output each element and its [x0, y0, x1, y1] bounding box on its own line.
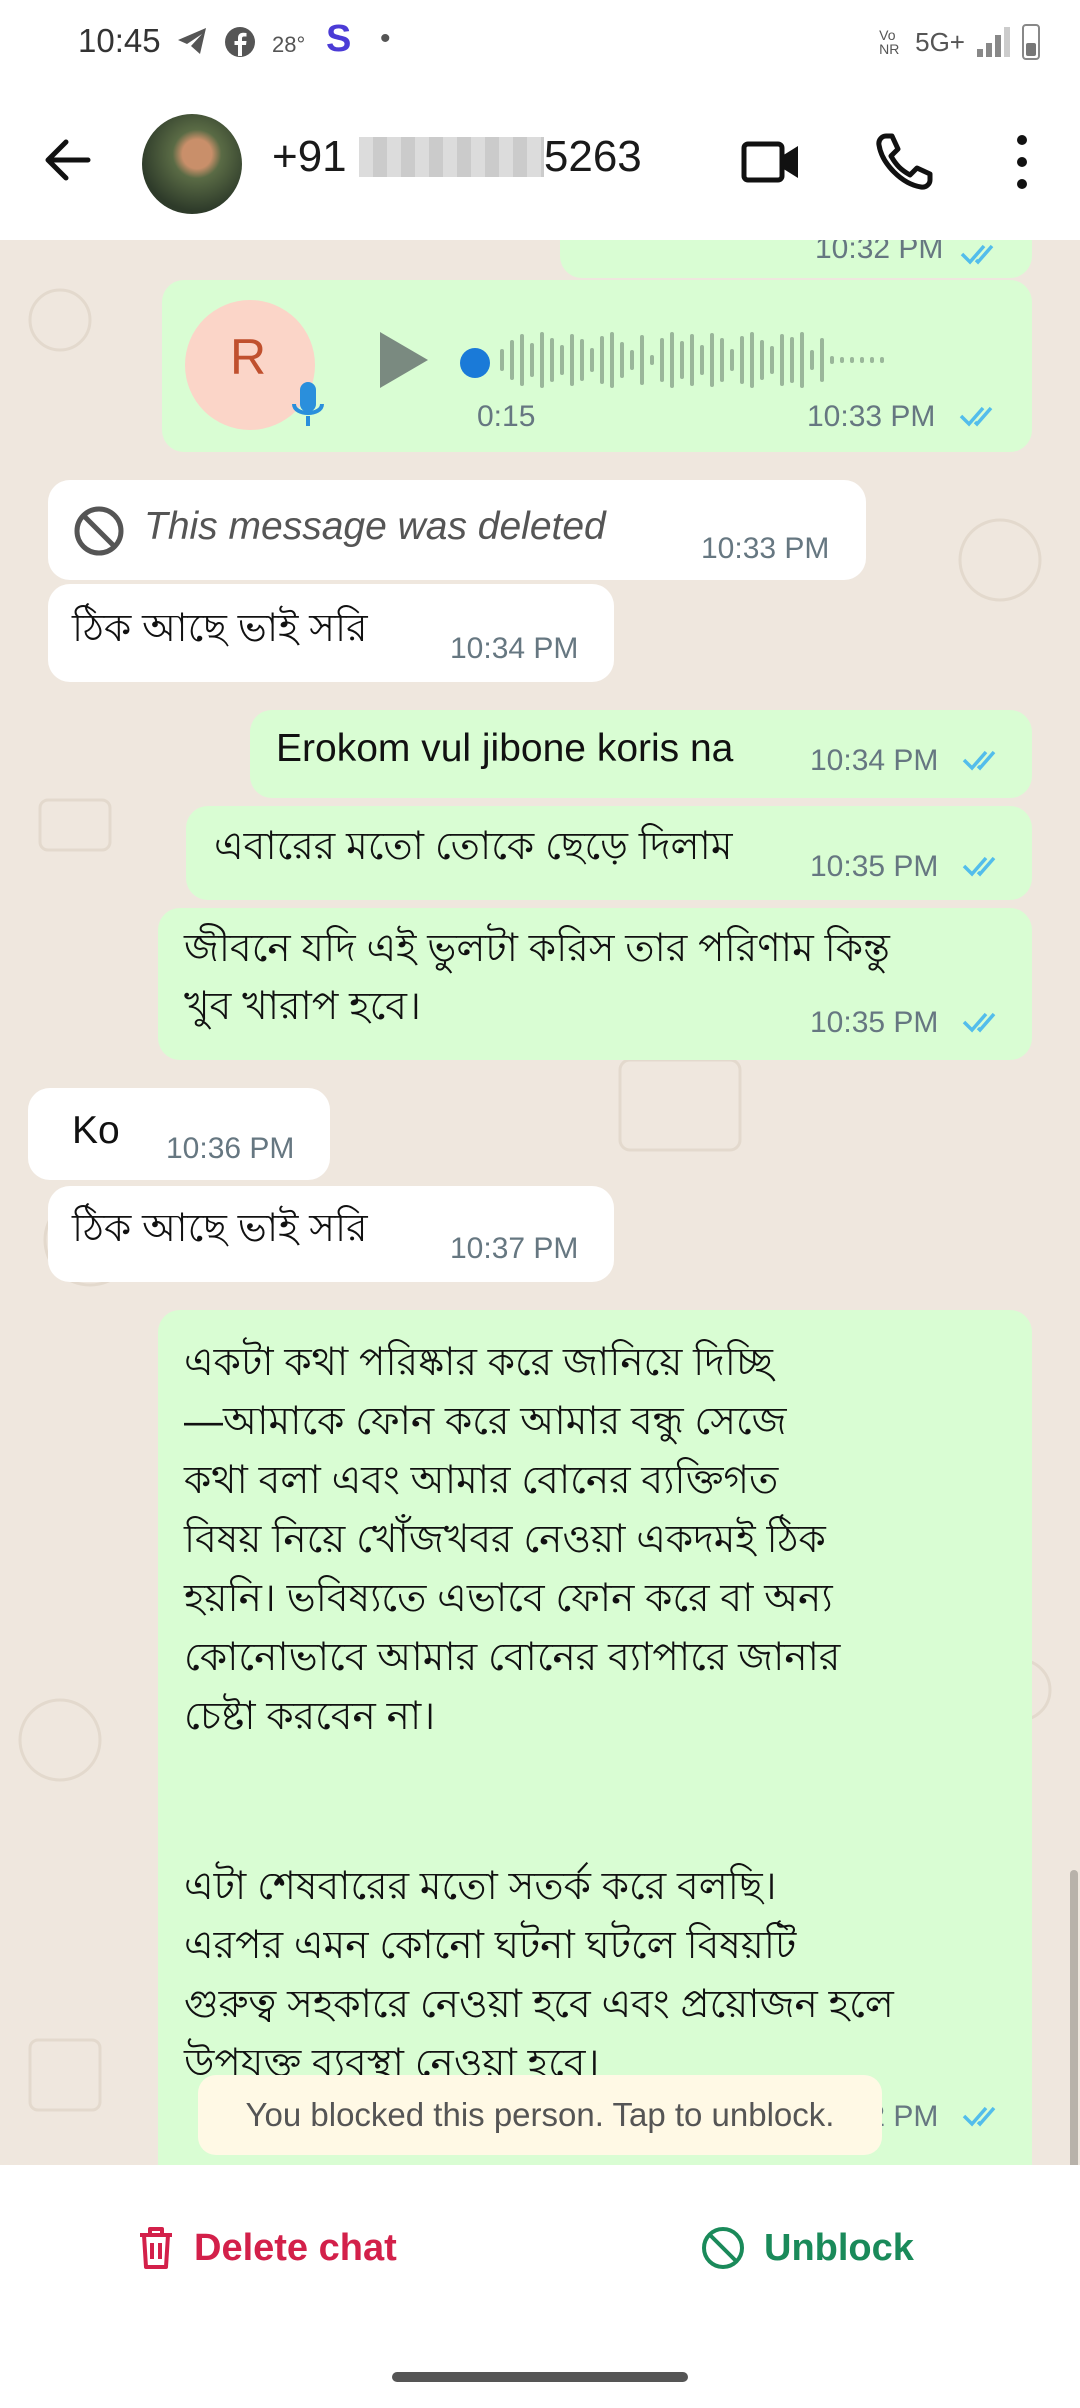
outgoing-message-bubble[interactable]: এবারের মতো তোকে ছেড়ে দিলাম 10:35 PM	[186, 806, 1032, 900]
more-options-icon[interactable]	[990, 130, 1054, 194]
read-ticks-icon	[962, 2106, 996, 2127]
unblock-button[interactable]: Unblock	[700, 2225, 914, 2271]
message-bubble-partial[interactable]: 10:32 PM	[560, 240, 1032, 278]
message-time: 10:34 PM	[450, 632, 579, 665]
signal-icon	[977, 27, 1010, 57]
unblock-icon	[702, 2227, 744, 2269]
play-button-icon[interactable]	[372, 328, 432, 392]
contact-prefix: +91	[272, 132, 347, 181]
message-time: 10:34 PM	[810, 744, 939, 777]
deleted-message-bubble[interactable]: This message was deleted 10:33 PM	[48, 480, 866, 580]
read-ticks-icon	[962, 1012, 996, 1033]
contact-avatar[interactable]	[142, 114, 242, 214]
contact-name[interactable]: +91 5263	[272, 132, 642, 182]
message-time: 10:32 PM	[815, 240, 944, 265]
network-label: 5G+	[915, 26, 965, 57]
chat-header: +91 5263	[0, 90, 1080, 240]
microphone-icon	[292, 382, 324, 426]
outgoing-message-bubble[interactable]: জীবনে যদি এই ভুলটা করিস তার পরিণাম কিন্ত…	[158, 908, 1032, 1060]
message-text-line: —আমাকে ফোন করে আমার বন্ধু সেজে	[184, 1400, 787, 1443]
message-text-line: জীবনে যদি এই ভুলটা করিস তার পরিণাম কিন্ত…	[184, 927, 890, 970]
message-text-line: এটা শেষবারের মতো সতর্ক করে বলছি।	[184, 1865, 777, 1908]
home-indicator[interactable]	[392, 2372, 688, 2382]
status-time: 10:45	[78, 22, 161, 59]
redacted-digits	[358, 137, 544, 177]
volte-label: Vo NR	[879, 27, 900, 57]
temperature: 28°	[272, 32, 306, 57]
scrollbar-thumb[interactable]	[1070, 1870, 1078, 2165]
s-app-icon: S	[326, 18, 352, 60]
deleted-text: This message was deleted	[144, 505, 606, 548]
message-text-line: চেষ্টা করবেন না।	[184, 1695, 436, 1738]
message-text-line: বিষয় নিয়ে খোঁজখবর নেওয়া একদমই ঠিক	[184, 1518, 826, 1561]
dot-icon: •	[380, 22, 391, 55]
message-text-line: এরপর এমন কোনো ঘটনা ঘটলে বিষয়টি	[184, 1924, 797, 1967]
back-arrow-icon[interactable]	[38, 130, 98, 190]
telegram-icon	[176, 26, 208, 63]
delete-chat-label: Delete chat	[194, 2226, 397, 2269]
voice-duration: 0:15	[477, 400, 536, 433]
delete-chat-button[interactable]: Delete chat	[136, 2225, 397, 2271]
message-text-line: গুরুত্ব সহকারে নেওয়া হবে এবং প্রয়োজন হ…	[184, 1983, 894, 2026]
outgoing-message-bubble[interactable]: একটা কথা পরিষ্কার করে জানিয়ে দিচ্ছি —আম…	[158, 1310, 1032, 2165]
message-time: 10:33 PM	[701, 532, 830, 565]
battery-icon	[1022, 24, 1040, 60]
status-bar: 10:45 28° S • Vo NR 5G+	[0, 0, 1080, 90]
message-text-line: কোনোভাবে আমার বোনের ব্যাপারে জানার	[184, 1636, 841, 1679]
message-text-line: খুব খারাপ হবে।	[184, 985, 421, 1028]
message-text: এবারের মতো তোকে ছেড়ে দিলাম	[214, 825, 733, 868]
voice-avatar-letter: R	[230, 329, 267, 385]
outgoing-message-bubble[interactable]: Erokom vul jibone koris na 10:34 PM	[250, 710, 1032, 798]
read-ticks-icon	[959, 406, 993, 427]
message-list[interactable]: 10:32 PM R 0:15 10:33 PM This message wa…	[0, 240, 1080, 2165]
message-text-line: একটা কথা পরিষ্কার করে জানিয়ে দিচ্ছি	[184, 1341, 773, 1384]
message-text: Ko	[72, 1109, 120, 1152]
incoming-message-bubble[interactable]: ঠিক আছে ভাই সরি 10:34 PM	[48, 584, 614, 682]
deleted-icon	[74, 506, 124, 556]
voice-message-bubble[interactable]: R 0:15 10:33 PM	[162, 280, 1032, 452]
blocked-notice[interactable]: You blocked this person. Tap to unblock.	[198, 2075, 882, 2155]
read-ticks-icon	[962, 750, 996, 771]
incoming-message-bubble[interactable]: ঠিক আছে ভাই সরি 10:37 PM	[48, 1186, 614, 1282]
facebook-icon	[224, 26, 256, 65]
message-time: 10:35 PM	[810, 1006, 939, 1039]
message-time: 10:35 PM	[810, 850, 939, 883]
voice-call-icon[interactable]	[872, 130, 936, 194]
message-text-line: হয়নি। ভবিষ্যতে এভাবে ফোন করে বা অন্য	[184, 1577, 833, 1620]
message-time: 10:36 PM	[166, 1132, 295, 1165]
unblock-label: Unblock	[764, 2226, 914, 2269]
incoming-message-bubble[interactable]: Ko 10:36 PM	[28, 1088, 330, 1180]
video-call-icon[interactable]	[740, 130, 804, 194]
read-ticks-icon	[962, 856, 996, 877]
trash-icon	[140, 2227, 172, 2269]
read-ticks-icon	[960, 244, 994, 265]
message-text: Erokom vul jibone koris na	[276, 727, 734, 770]
message-time: 10:33 PM	[807, 400, 936, 433]
contact-suffix: 5263	[543, 132, 642, 181]
message-time: 10:37 PM	[450, 1232, 579, 1265]
message-text-line: কথা বলা এবং আমার বোনের ব্যক্তিগত	[184, 1459, 779, 1502]
voice-waveform[interactable]	[500, 330, 884, 390]
message-text: ঠিক আছে ভাই সরি	[72, 607, 368, 650]
status-right: Vo NR 5G+	[879, 24, 1040, 60]
playback-position-thumb[interactable]	[460, 348, 490, 378]
message-text: ঠিক আছে ভাই সরি	[72, 1207, 368, 1250]
